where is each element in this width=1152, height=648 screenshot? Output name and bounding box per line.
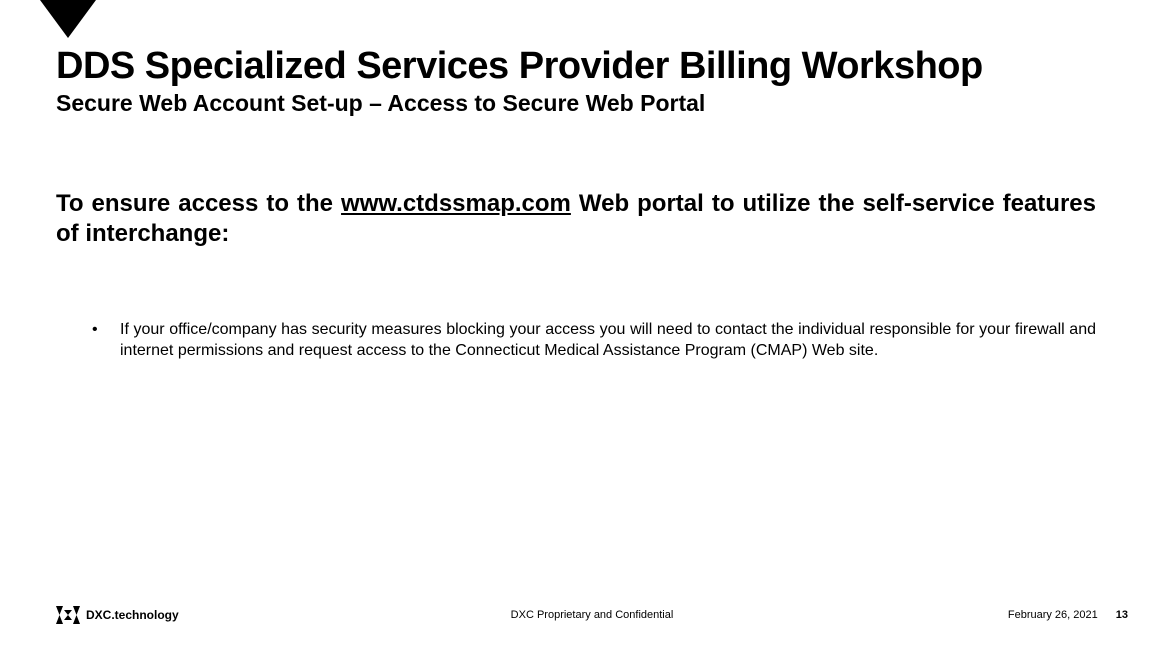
slide-subtitle: Secure Web Account Set-up – Access to Se…	[56, 90, 1096, 117]
footer-confidential: DXC Proprietary and Confidential	[511, 609, 674, 621]
footer-date: February 26, 2021	[1008, 609, 1098, 621]
slide-content: DDS Specialized Services Provider Billin…	[56, 46, 1096, 362]
slide-footer: DXC.technology DXC Proprietary and Confi…	[56, 606, 1128, 624]
intro-prefix: To ensure access to the	[56, 190, 341, 217]
intro-paragraph: To ensure access to the www.ctdssmap.com…	[56, 189, 1096, 249]
bullet-marker: •	[92, 319, 120, 362]
portal-link[interactable]: www.ctdssmap.com	[341, 190, 571, 217]
logo-text: DXC.technology	[86, 608, 179, 622]
bullet-text: If your office/company has security meas…	[120, 319, 1096, 362]
corner-triangle-icon	[40, 0, 96, 38]
page-number: 13	[1116, 609, 1128, 621]
dxc-logo-icon	[56, 606, 80, 624]
dxc-logo: DXC.technology	[56, 606, 179, 624]
bullet-item: • If your office/company has security me…	[56, 319, 1096, 362]
slide-title: DDS Specialized Services Provider Billin…	[56, 46, 1096, 88]
footer-right: February 26, 2021 13	[1008, 609, 1128, 621]
